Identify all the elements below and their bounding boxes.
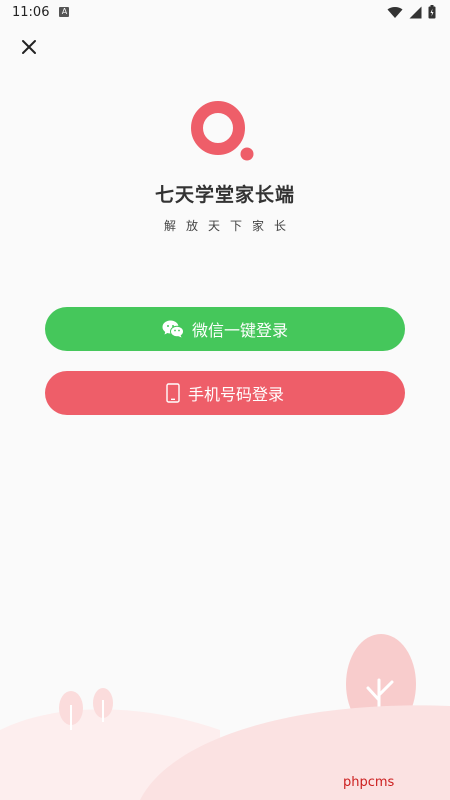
small-tree-right bbox=[93, 688, 113, 722]
wechat-login-label: 微信一键登录 bbox=[191, 321, 288, 340]
a-icon: A bbox=[59, 7, 70, 17]
app-title: 七天学堂家长端 bbox=[154, 184, 295, 206]
phone-icon bbox=[166, 383, 180, 403]
phone-login-label: 手机号码登录 bbox=[187, 385, 284, 404]
small-tree-left bbox=[59, 691, 83, 730]
signal-icon bbox=[409, 6, 422, 18]
phone-login-button[interactable]: 手机号码登录 bbox=[45, 371, 405, 415]
wechat-icon bbox=[162, 320, 184, 338]
app-logo bbox=[191, 101, 254, 161]
status-right bbox=[387, 5, 436, 19]
wifi-icon bbox=[387, 6, 403, 18]
watermark: phpcms bbox=[343, 775, 395, 790]
battery-icon bbox=[428, 5, 436, 19]
status-time: 11:06 bbox=[12, 4, 50, 20]
front-hill bbox=[140, 705, 450, 800]
status-bar: 11:06 A bbox=[0, 0, 450, 24]
close-button[interactable] bbox=[18, 36, 40, 58]
close-icon bbox=[22, 40, 36, 54]
app-slogan: 解放天下家长 bbox=[163, 219, 296, 233]
status-left: 11:06 A bbox=[12, 4, 70, 20]
big-tree bbox=[346, 634, 416, 742]
wechat-login-button[interactable]: 微信一键登录 bbox=[45, 307, 405, 351]
back-hill bbox=[0, 709, 220, 800]
login-screen: 11:06 A 七天学堂家长端 解放天下家长 微信一键登录 手机号码登录 php… bbox=[0, 0, 450, 800]
